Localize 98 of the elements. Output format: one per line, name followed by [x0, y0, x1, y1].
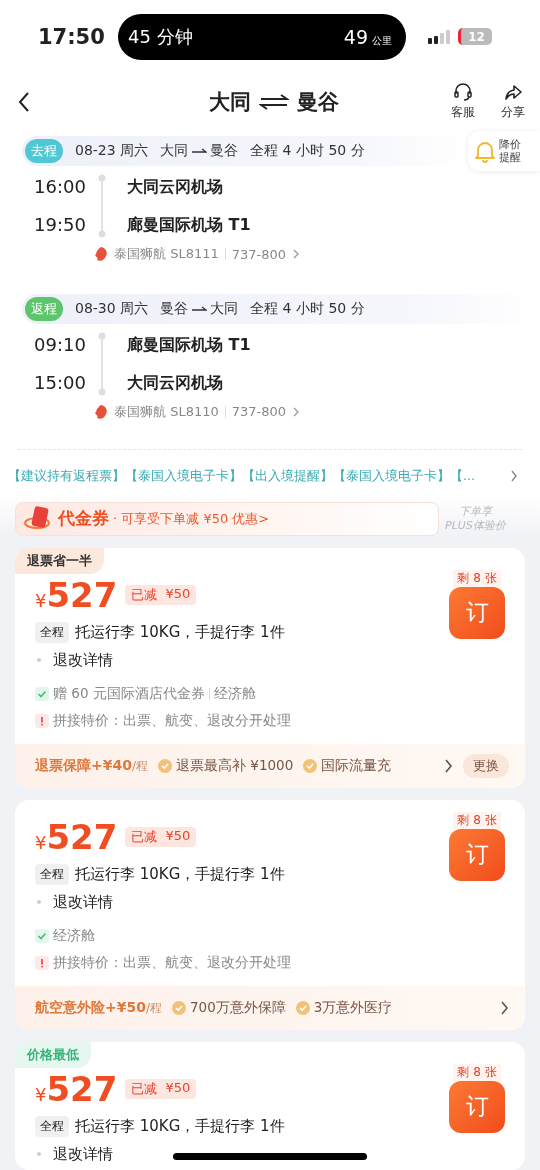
segment-date: 08-23 周六 — [75, 142, 149, 161]
warning-icon — [35, 714, 49, 728]
segment-tag: 去程 — [25, 139, 63, 164]
cabin-class: 经济舱 — [213, 685, 256, 703]
segment-duration: 全程 4 小时 50 分 — [250, 142, 365, 161]
badge-check-icon — [172, 1001, 186, 1015]
departure-time: 09:10 — [34, 333, 87, 356]
arrival-airport: 大同云冈机场 — [127, 371, 224, 394]
seats-left-label: 剩 8 张 — [453, 812, 501, 829]
departure-time: 16:00 — [34, 176, 87, 199]
fare-badge: 价格最低 — [15, 1042, 91, 1068]
segment-origin: 曼谷 — [160, 299, 189, 318]
baggage-info: 托运行李 10KG，手提行李 1件 — [75, 865, 285, 884]
insurance-feature: 700万意外保障 — [190, 999, 286, 1017]
chevron-right-icon — [500, 1001, 509, 1015]
discount-amount: ¥50 — [165, 828, 191, 845]
insurance-feature: 国际流量充 — [321, 757, 392, 775]
perk-text: 拼接特价：出票、航变、退改分开处理 — [53, 712, 291, 730]
insurance-bar[interactable]: 航空意外险+¥50/程 700万意外保障 3万意外医疗 — [15, 986, 525, 1030]
flight-details-link[interactable]: 泰国狮航 SL8111 737-800 — [114, 245, 301, 264]
voucher-banner[interactable]: 代金券 · 可享受下单减 ¥50 优惠> — [15, 502, 439, 536]
perk-text: 赠 60 元国际酒店代金券 — [53, 685, 205, 703]
origin-city: 大同 — [209, 88, 251, 116]
destination-city: 曼谷 — [297, 88, 339, 116]
arrival-time: 15:00 — [34, 371, 87, 394]
check-icon — [35, 687, 49, 701]
insurance-bar[interactable]: 退票保障+¥40/程 退票最高补 ¥1000 国际流量充 更换 — [15, 744, 525, 788]
signal-icon — [428, 29, 452, 44]
battery-level: 12 — [468, 29, 485, 44]
fare-price: 527 — [46, 1069, 118, 1109]
discount-label: 已减 — [131, 1080, 158, 1098]
currency-sign: ¥ — [35, 832, 47, 854]
bullet-dot — [37, 1152, 41, 1157]
back-icon — [18, 90, 30, 113]
segment-date: 08-30 周六 — [75, 299, 149, 318]
chevron-right-icon — [292, 406, 301, 417]
chevron-right-icon — [510, 470, 518, 483]
voucher-title: 代金券 — [58, 507, 109, 531]
chevron-right-icon — [444, 759, 453, 773]
arrival-airport: 廊曼国际机场 T1 — [127, 214, 251, 237]
refund-rules-link[interactable]: 退改详情 — [53, 651, 113, 670]
plus-label: PLUS体验价 — [445, 519, 506, 533]
segment-origin: 大同 — [160, 142, 189, 161]
segment-destination: 大同 — [210, 299, 239, 318]
flight-details-link[interactable]: 泰国狮航 SL8110 737-800 — [114, 402, 301, 421]
discount-label: 已减 — [131, 828, 158, 846]
share-icon — [503, 82, 523, 103]
share-button[interactable]: 分享 — [494, 82, 532, 122]
badge-check-icon — [303, 759, 318, 773]
live-activity-text: 45 分钟 — [128, 24, 193, 49]
timeline-line — [98, 331, 106, 396]
departure-airport: 廊曼国际机场 T1 — [127, 333, 251, 356]
seats-left-label: 剩 8 张 — [453, 570, 501, 587]
insurance-feature: 退票最高补 ¥1000 — [176, 757, 294, 775]
baggage-info: 托运行李 10KG，手提行李 1件 — [75, 1117, 285, 1136]
currency-sign: ¥ — [35, 590, 47, 612]
discount-amount: ¥50 — [165, 1080, 191, 1097]
seats-left-label: 剩 8 张 — [453, 1064, 501, 1081]
perk-text: 经济舱 — [53, 927, 95, 945]
timeline-line — [98, 174, 106, 239]
headset-icon — [453, 82, 473, 103]
bell-icon — [474, 139, 496, 164]
currency-sign: ¥ — [35, 1084, 47, 1106]
plus-label: 下单享 — [458, 505, 492, 519]
live-activity-unit: 公里 — [372, 33, 392, 48]
bullet-dot — [37, 658, 41, 663]
badge-check-icon — [295, 1001, 310, 1015]
discount-label: 已减 — [131, 586, 158, 604]
clock-time: 17:50 — [38, 24, 106, 49]
departure-airport: 大同云冈机场 — [127, 176, 224, 199]
live-activity-value: 49 — [343, 25, 368, 48]
segment-destination: 曼谷 — [210, 142, 239, 161]
scope-tag: 全程 — [35, 1116, 69, 1137]
arrival-time: 19:50 — [34, 214, 87, 237]
perk-text: 拼接特价：出票、航变、退改分开处理 — [53, 954, 291, 972]
price-alert-button[interactable]: 降价提醒 — [468, 131, 540, 172]
insurance-title: 退票保障+¥40/程 — [35, 757, 148, 775]
refund-rules-link[interactable]: 退改详情 — [53, 1145, 113, 1164]
voucher-offer: · 可享受下单减 ¥50 优惠> — [113, 510, 270, 528]
refund-rules-link[interactable]: 退改详情 — [53, 893, 113, 912]
segment-tag: 返程 — [25, 296, 63, 321]
change-button[interactable]: 更换 — [463, 754, 509, 778]
discount-amount: ¥50 — [165, 586, 191, 603]
chevron-right-icon — [292, 249, 301, 260]
baggage-info: 托运行李 10KG，手提行李 1件 — [75, 623, 285, 642]
segment-duration: 全程 4 小时 50 分 — [250, 299, 365, 318]
fare-price: 527 — [46, 817, 118, 857]
fare-price: 527 — [46, 575, 118, 615]
bullet-dot — [37, 900, 41, 905]
warning-icon — [35, 956, 49, 970]
scope-tag: 全程 — [35, 622, 69, 643]
fare-badge: 退票省一半 — [15, 548, 104, 574]
scope-tag: 全程 — [35, 864, 69, 885]
insurance-feature: 3万意外医疗 — [313, 999, 393, 1017]
customer-service-button[interactable]: 客服 — [444, 82, 482, 122]
check-icon — [35, 929, 49, 943]
badge-check-icon — [158, 759, 172, 773]
insurance-title: 航空意外险+¥50/程 — [35, 999, 162, 1017]
